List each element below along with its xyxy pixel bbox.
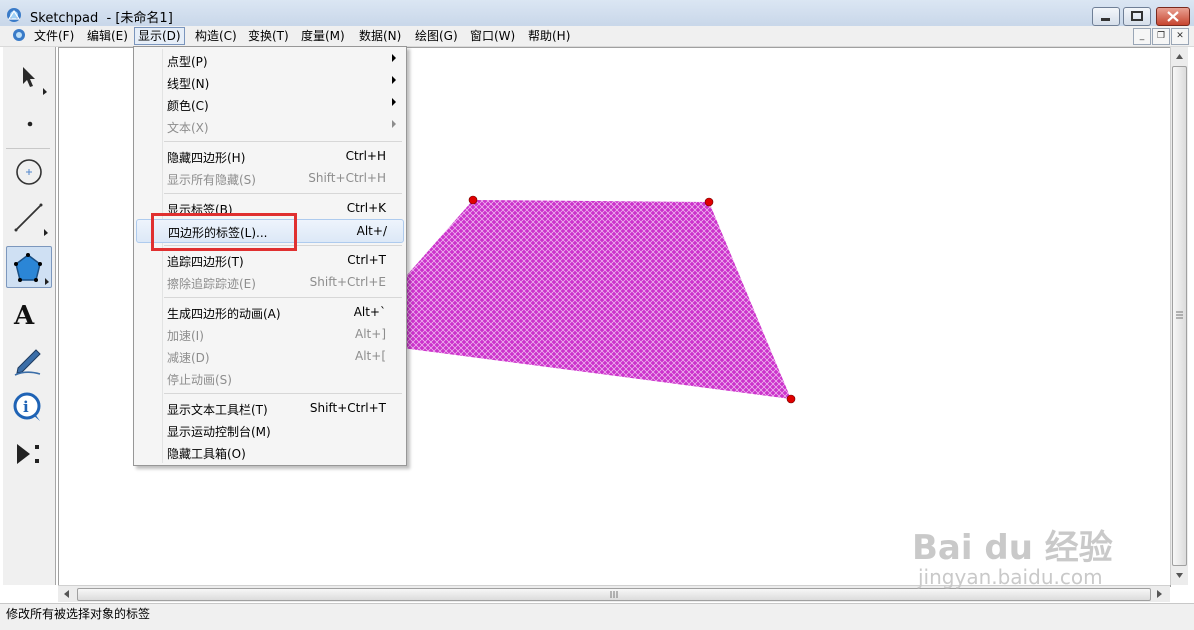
menu-display[interactable]: 显示(D) — [134, 27, 185, 45]
marker-tool[interactable] — [6, 340, 50, 380]
vertex-point — [786, 394, 796, 404]
straightedge-tool[interactable] — [6, 197, 50, 237]
vertex-point — [468, 195, 478, 205]
menu-item-animate-quadrilateral[interactable]: 生成四边形的动画(A) Alt+` — [134, 301, 406, 323]
doc-close-button[interactable]: ✕ — [1171, 28, 1189, 45]
display-menu-dropdown: 点型(P) 线型(N) 颜色(C) 文本(X) 隐藏四边形(H) Ctrl+H … — [133, 46, 407, 466]
menu-data[interactable]: 数据(N) — [356, 28, 404, 44]
arrow-select-tool[interactable] — [6, 57, 50, 97]
polygon-tool[interactable] — [6, 246, 52, 288]
menu-item-erase-traces[interactable]: 擦除追踪踪迹(E) Shift+Ctrl+E — [134, 271, 406, 293]
submenu-arrow-icon — [392, 54, 396, 62]
menu-item-point-style[interactable]: 点型(P) — [134, 49, 406, 71]
sketchpad-app-icon — [7, 8, 21, 22]
menu-file[interactable]: 文件(F) — [31, 28, 77, 44]
point-tool[interactable] — [6, 103, 50, 143]
menu-item-hide-quadrilateral[interactable]: 隐藏四边形(H) Ctrl+H — [134, 145, 406, 167]
custom-tool[interactable] — [6, 434, 50, 474]
status-text: 修改所有被选择对象的标签 — [6, 607, 151, 621]
menu-item-text[interactable]: 文本(X) — [134, 115, 406, 137]
status-bar — [0, 603, 1194, 630]
menu-edit[interactable]: 编辑(E) — [84, 28, 131, 44]
watermark-logo-text: Bai du 经验 — [912, 528, 1113, 568]
compass-tool[interactable] — [6, 151, 50, 191]
svg-text:i: i — [23, 398, 29, 416]
menu-measure[interactable]: 度量(M) — [298, 28, 348, 44]
menu-window[interactable]: 窗口(W) — [467, 28, 518, 44]
menu-construct[interactable]: 构造(C) — [192, 28, 240, 44]
watermark-url: jingyan.baidu.com — [918, 565, 1103, 589]
submenu-arrow-icon — [392, 76, 396, 84]
window-title: Sketchpad - [未命名1] — [30, 11, 173, 26]
menu-item-hide-toolbox[interactable]: 隐藏工具箱(O) — [134, 441, 406, 463]
menu-transform[interactable]: 变换(T) — [245, 28, 292, 44]
horizontal-scroll-thumb[interactable] — [77, 588, 1151, 601]
menu-item-line-style[interactable]: 线型(N) — [134, 71, 406, 93]
menu-help[interactable]: 帮助(H) — [525, 28, 573, 44]
minimize-button[interactable] — [1092, 7, 1120, 26]
menu-item-stop-animation[interactable]: 停止动画(S) — [134, 367, 406, 389]
highlight-annotation-box — [151, 213, 297, 251]
menu-item-show-text-toolbar[interactable]: 显示文本工具栏(T) Shift+Ctrl+T — [134, 397, 406, 419]
menu-item-speed-up[interactable]: 加速(I) Alt+] — [134, 323, 406, 345]
quadrilateral-interior — [349, 200, 791, 399]
menu-item-show-all-hidden[interactable]: 显示所有隐藏(S) Shift+Ctrl+H — [134, 167, 406, 189]
information-tool[interactable]: i — [6, 387, 50, 427]
menu-item-slow-down[interactable]: 减速(D) Alt+[ — [134, 345, 406, 367]
maximize-button[interactable] — [1123, 7, 1151, 26]
submenu-arrow-icon — [392, 120, 396, 128]
submenu-arrow-icon — [392, 98, 396, 106]
vertex-point — [704, 197, 714, 207]
menu-item-color[interactable]: 颜色(C) — [134, 93, 406, 115]
document-icon[interactable] — [12, 28, 26, 42]
menu-item-show-motion-controller[interactable]: 显示运动控制台(M) — [134, 419, 406, 441]
menu-graph[interactable]: 绘图(G) — [412, 28, 461, 44]
menu-item-trace-quadrilateral[interactable]: 追踪四边形(T) Ctrl+T — [134, 249, 406, 271]
vertical-scroll-thumb[interactable] — [1172, 66, 1187, 566]
doc-restore-button[interactable]: ❐ — [1152, 28, 1170, 45]
doc-minimize-button[interactable]: _ — [1133, 28, 1151, 45]
text-tool[interactable]: A — [6, 294, 50, 334]
svg-text:A: A — [13, 301, 35, 331]
close-button[interactable] — [1156, 7, 1190, 26]
